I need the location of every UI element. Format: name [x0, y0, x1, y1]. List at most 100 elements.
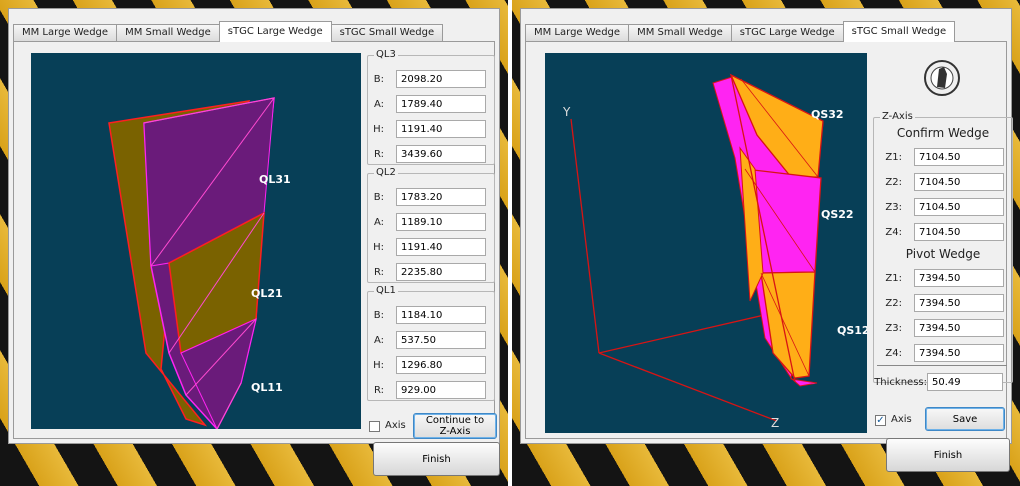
input-ql1-b[interactable] [396, 306, 486, 324]
field-confirm-z3: Z3: [874, 198, 1012, 218]
tab-mm-large-wedge[interactable]: MM Large Wedge [525, 24, 630, 41]
field-ql2-h: H: [368, 238, 494, 258]
field-ql3-r: R: [368, 145, 494, 165]
pivot-wedge-heading: Pivot Wedge [905, 247, 981, 261]
input-ql2-b[interactable] [396, 188, 486, 206]
input-pivot-z3[interactable] [914, 319, 1004, 337]
label-z4: Z4: [885, 348, 902, 359]
input-ql2-a[interactable] [396, 213, 486, 231]
field-ql3-b: B: [368, 70, 494, 90]
finish-button[interactable]: Finish [373, 442, 500, 476]
axis-y-label: Y [562, 105, 571, 119]
continue-to-z-axis-button[interactable]: Continue to Z-Axis [413, 413, 497, 439]
label-z3: Z3: [885, 323, 902, 334]
field-confirm-z4: Z4: [874, 223, 1012, 243]
label-qs12: QS12 [837, 324, 867, 337]
input-ql2-h[interactable] [396, 238, 486, 256]
axis-checkbox[interactable] [369, 421, 380, 432]
field-ql3-h: H: [368, 120, 494, 140]
field-ql2-r: R: [368, 263, 494, 283]
z-axis-title: Z-Axis [880, 111, 915, 122]
axis-label: Axis [891, 414, 912, 425]
tab-strip: MM Large Wedge MM Small Wedge sTGC Large… [13, 21, 444, 42]
label-a: A: [373, 335, 384, 346]
group-title-ql3: QL3 [374, 49, 398, 60]
save-button[interactable]: Save [925, 407, 1005, 431]
input-confirm-z3[interactable] [914, 198, 1004, 216]
label-qs22: QS22 [821, 208, 854, 221]
field-pivot-z2: Z2: [874, 294, 1012, 314]
tab-stgc-small-wedge[interactable]: sTGC Small Wedge [842, 21, 956, 42]
input-ql3-r[interactable] [396, 145, 486, 163]
field-ql1-h: H: [368, 356, 494, 376]
finish-button[interactable]: Finish [886, 438, 1010, 472]
group-ql2: QL2 B: A: H: R: [367, 167, 495, 283]
field-ql3-a: A: [368, 95, 494, 115]
input-confirm-z2[interactable] [914, 173, 1004, 191]
label-a: A: [373, 217, 384, 228]
confirm-wedge-heading: Confirm Wedge [896, 126, 990, 140]
label-b: B: [373, 74, 384, 85]
input-confirm-z4[interactable] [914, 223, 1004, 241]
wedge-window-small: MM Large Wedge MM Small Wedge sTGC Large… [520, 8, 1013, 444]
input-pivot-z4[interactable] [914, 344, 1004, 362]
field-pivot-z4: Z4: [874, 344, 1012, 364]
tab-mm-small-wedge[interactable]: MM Small Wedge [116, 24, 220, 41]
label-z1: Z1: [885, 152, 902, 163]
group-title-ql1: QL1 [374, 285, 398, 296]
label-h: H: [373, 360, 384, 371]
input-pivot-z1[interactable] [914, 269, 1004, 287]
field-ql1-r: R: [368, 381, 494, 401]
axis-label: Axis [385, 420, 406, 431]
axis-z-label: Z [771, 416, 779, 430]
label-h: H: [373, 124, 384, 135]
input-ql1-h[interactable] [396, 356, 486, 374]
right-screenshot-panel: MM Large Wedge MM Small Wedge sTGC Large… [512, 0, 1020, 486]
field-ql2-b: B: [368, 188, 494, 208]
wedge-3d-render-small: Y Z QS32 QS22 QS12 [562, 73, 867, 430]
label-ql21: QL21 [251, 287, 283, 300]
university-seal-icon [923, 59, 961, 97]
tab-mm-large-wedge[interactable]: MM Large Wedge [13, 24, 118, 41]
tab-mm-small-wedge[interactable]: MM Small Wedge [628, 24, 732, 41]
tab-strip: MM Large Wedge MM Small Wedge sTGC Large… [525, 21, 956, 42]
label-b: B: [373, 310, 384, 321]
thickness-label: Thickness: [874, 377, 927, 388]
input-ql3-a[interactable] [396, 95, 486, 113]
field-pivot-z3: Z3: [874, 319, 1012, 339]
group-ql3: QL3 B: A: H: R: [367, 49, 495, 165]
tab-stgc-small-wedge[interactable]: sTGC Small Wedge [330, 24, 444, 41]
label-h: H: [373, 242, 384, 253]
thickness-input[interactable] [927, 373, 1003, 391]
field-confirm-z2: Z2: [874, 173, 1012, 193]
label-r: R: [373, 149, 384, 160]
label-z2: Z2: [885, 177, 902, 188]
3d-viewport-small[interactable]: Y Z QS32 QS22 QS12 [545, 53, 867, 433]
tab-stgc-large-wedge[interactable]: sTGC Large Wedge [730, 24, 844, 41]
group-ql1: QL1 B: A: H: R: [367, 285, 495, 401]
input-ql1-a[interactable] [396, 331, 486, 349]
label-ql11: QL11 [251, 381, 283, 394]
group-title-ql2: QL2 [374, 167, 398, 178]
field-pivot-z1: Z1: [874, 269, 1012, 289]
label-qs32: QS32 [811, 108, 844, 121]
wedge-window-large: MM Large Wedge MM Small Wedge sTGC Large… [8, 8, 500, 444]
input-ql3-h[interactable] [396, 120, 486, 138]
label-ql31: QL31 [259, 173, 291, 186]
label-a: A: [373, 99, 384, 110]
input-ql2-r[interactable] [396, 263, 486, 281]
divider [877, 365, 1007, 366]
input-confirm-z1[interactable] [914, 148, 1004, 166]
wedge-3d-render-large: QL31 QL21 QL11 [108, 97, 291, 429]
3d-viewport-large[interactable]: QL31 QL21 QL11 [31, 53, 361, 429]
tab-stgc-large-wedge[interactable]: sTGC Large Wedge [218, 21, 332, 42]
field-confirm-z1: Z1: [874, 148, 1012, 168]
input-ql3-b[interactable] [396, 70, 486, 88]
input-ql1-r[interactable] [396, 381, 486, 399]
left-screenshot-panel: MM Large Wedge MM Small Wedge sTGC Large… [0, 0, 508, 486]
input-pivot-z2[interactable] [914, 294, 1004, 312]
axis-checkbox[interactable]: ✓ [875, 415, 886, 426]
group-z-axis: Z-Axis Confirm Wedge Z1: Z2: Z3: Z4: Piv… [873, 111, 1013, 383]
label-z4: Z4: [885, 227, 902, 238]
label-z3: Z3: [885, 202, 902, 213]
